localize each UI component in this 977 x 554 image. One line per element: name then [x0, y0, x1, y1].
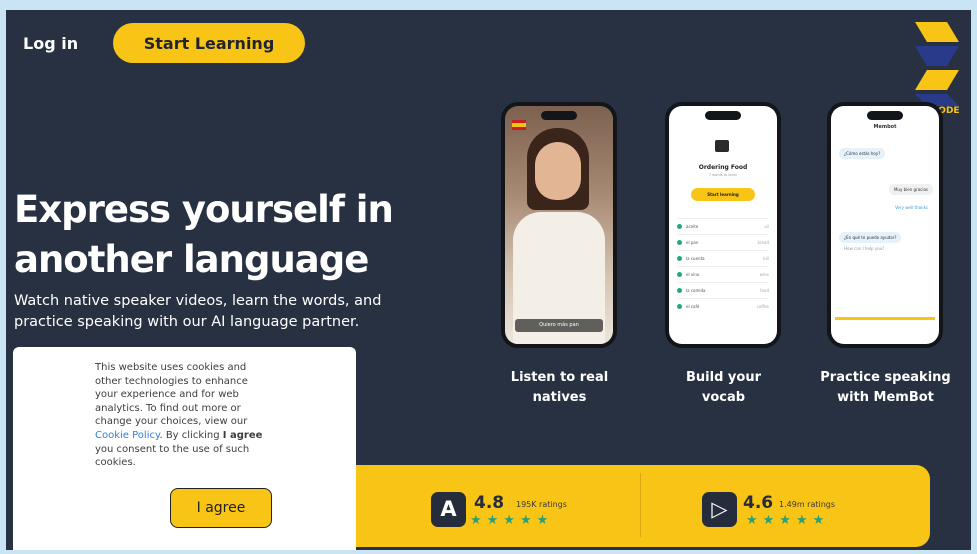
app-store-score: 4.8	[474, 493, 505, 513]
cookie-policy-link[interactable]: Cookie Policy	[95, 430, 159, 441]
phone-vocab-preview: Ordering Food 7 words to learn Start lea…	[665, 102, 781, 348]
hero-title: Express yourself in another language	[14, 185, 394, 285]
chat-screen: Membot ¿Cómo estás hoy? Muy bien gracias…	[831, 106, 939, 344]
list-item: la comida food	[677, 282, 769, 298]
app-store-icon[interactable]: A	[431, 492, 466, 527]
check-icon	[677, 240, 682, 245]
chat-bubble-bot: ¿Cómo estás hoy?	[839, 148, 886, 159]
vocab-subtitle: 7 words to learn	[708, 173, 738, 177]
vocab-translation: oil	[764, 224, 769, 229]
cookie-text-after: you consent to the use of such cookies.	[95, 443, 250, 469]
vocab-translation: food	[760, 288, 769, 293]
chat-bubble-user: Muy bien gracias	[888, 184, 933, 195]
vocab-translation: wine	[759, 272, 769, 277]
play-store-icon[interactable]: ▷	[702, 492, 737, 527]
vocab-screen: Ordering Food 7 words to learn Start lea…	[669, 106, 777, 344]
spain-flag-icon	[512, 120, 526, 130]
feature-line: vocab	[701, 390, 746, 405]
chat-translation: How can I help you?	[844, 246, 885, 251]
play-store-count: 1.49m ratings	[779, 500, 836, 509]
hero-title-line-1: Express yourself in	[14, 188, 394, 231]
app-frame: Log in Start Learning IRACODE Express yo…	[6, 10, 971, 550]
list-item: el pan bread	[677, 234, 769, 250]
vocab-title: Ordering Food	[698, 164, 748, 171]
feature-line: Listen to real	[510, 370, 609, 385]
video-caption: Quiero más pan	[515, 319, 603, 332]
vocab-word: aceite	[686, 224, 699, 229]
agree-button[interactable]: I agree	[170, 488, 272, 528]
feature-line: with MemBot	[837, 390, 934, 405]
play-store-score: 4.6	[743, 493, 774, 513]
ratings-bar: A 4.8 195K ratings ★★★★★ ▷ 4.6 1.49m rat…	[342, 465, 930, 547]
vocab-translation: coffee	[756, 304, 769, 309]
hero-subtitle: Watch native speaker videos, learn the w…	[14, 293, 382, 330]
chat-bubble-bot: ¿En qué te puedo ayudar?	[839, 232, 902, 243]
video-screen: Quiero más pan	[505, 106, 613, 344]
feature-line: Build your	[686, 370, 761, 385]
chat-translation: Very well thanks	[895, 205, 928, 210]
play-store-stars: ★★★★★	[746, 513, 830, 528]
vocab-list: aceite oil el pan bread la cuenta bill el v…	[677, 218, 769, 314]
vocab-word: la cuenta	[686, 256, 705, 261]
vocab-start-button: Start learning	[691, 188, 755, 201]
check-icon	[677, 224, 682, 229]
vocab-word: el vino	[686, 272, 700, 277]
list-item: el café coffee	[677, 298, 769, 314]
chat-title: Membot	[873, 124, 897, 130]
phone-chat-preview: Membot ¿Cómo estás hoy? Muy bien gracias…	[827, 102, 943, 348]
login-link[interactable]: Log in	[23, 34, 78, 53]
check-icon	[677, 256, 682, 261]
check-icon	[677, 288, 682, 293]
vocab-word: el café	[686, 304, 700, 309]
list-item: el vino wine	[677, 266, 769, 282]
cookie-text-mid: . By clicking	[159, 429, 220, 441]
app-store-count: 195K ratings	[516, 500, 567, 509]
start-learning-button[interactable]: Start Learning	[113, 23, 305, 63]
vocab-word: la comida	[686, 288, 706, 293]
ratings-divider	[640, 473, 641, 537]
food-icon	[715, 140, 729, 152]
phone-notch	[867, 111, 903, 120]
cookie-agree-bold: I agree	[222, 429, 263, 441]
cookie-text-before: This website uses cookies and other tech…	[95, 362, 248, 428]
cookie-banner: This website uses cookies and other tech…	[13, 347, 356, 550]
check-icon	[677, 272, 682, 277]
chat-input-bar	[835, 317, 935, 320]
app-store-stars: ★★★★★	[470, 513, 554, 528]
vocab-word: el pan	[686, 240, 699, 245]
speaker-face	[535, 142, 581, 200]
cookie-text: This website uses cookies and other tech…	[95, 361, 273, 470]
feature-line: natives	[532, 390, 587, 405]
feature-listen: Listen to real natives	[492, 368, 627, 408]
check-icon	[677, 304, 682, 309]
vocab-translation: bread	[757, 240, 769, 245]
list-item: aceite oil	[677, 218, 769, 234]
feature-vocab: Build your vocab	[656, 368, 791, 408]
phone-video-preview: Quiero más pan	[501, 102, 617, 348]
feature-speaking: Practice speaking with MemBot	[818, 368, 953, 408]
phone-notch	[541, 111, 577, 120]
vocab-translation: bill	[763, 256, 769, 261]
feature-line: Practice speaking	[820, 370, 951, 385]
phone-notch	[705, 111, 741, 120]
list-item: la cuenta bill	[677, 250, 769, 266]
hero-title-line-2: another language	[14, 238, 369, 281]
